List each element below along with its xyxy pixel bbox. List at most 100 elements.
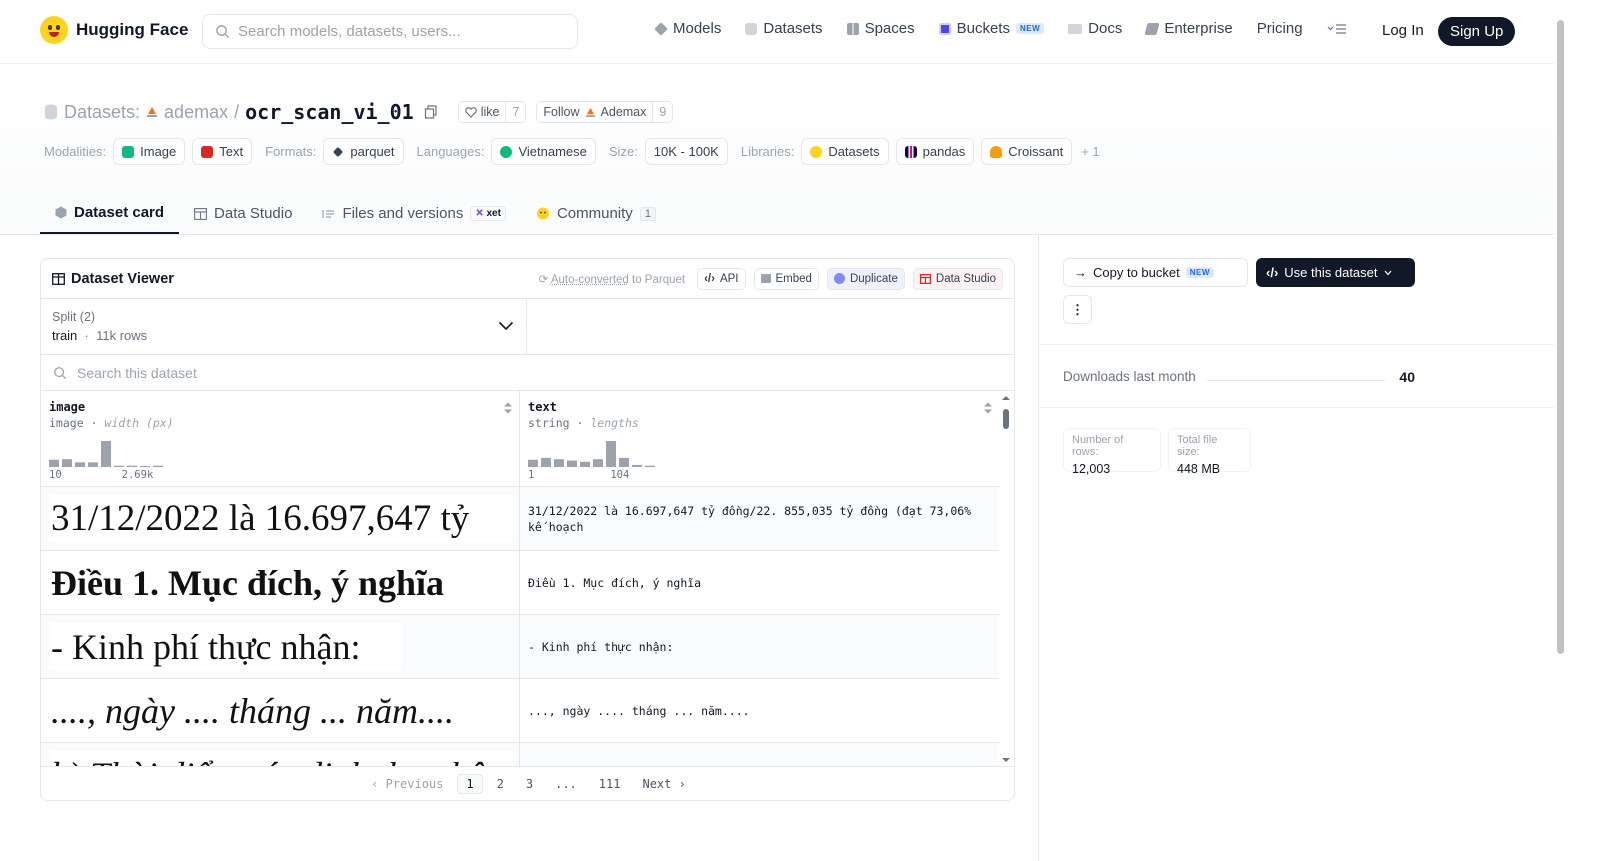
histogram-bar[interactable] [541, 457, 551, 467]
models-icon [654, 21, 668, 36]
global-search[interactable] [202, 14, 578, 49]
embed-button[interactable]: Embed [753, 267, 819, 290]
brand-home-link[interactable]: Hugging Face [40, 16, 188, 44]
tag-library-croissant[interactable]: Croissant [981, 138, 1073, 165]
histogram-bar[interactable] [88, 462, 98, 467]
tag-modality-image[interactable]: Image [113, 138, 186, 165]
signup-button[interactable]: Sign Up [1438, 17, 1516, 46]
histogram-bar[interactable] [632, 464, 642, 467]
text-cell[interactable]: Điều 1. Mục đích, ý nghĩa [520, 551, 999, 614]
table-row[interactable]: ...., ngày .... tháng ... năm.... ..., n… [41, 679, 999, 743]
histogram-bar[interactable] [645, 465, 655, 467]
page-scrollbar[interactable] [1554, 0, 1568, 861]
histogram-bar[interactable] [75, 462, 85, 467]
nav-buckets[interactable]: Buckets NEW [938, 20, 1045, 37]
text-cell[interactable]: 31/12/2022 là 16.697,647 tỷ đồng/22. 855… [520, 487, 999, 550]
auto-converted-note[interactable]: ⟳ Auto-converted to Parquet [539, 272, 685, 286]
image-cell[interactable]: 31/12/2022 là 16.697,647 tỷ [41, 487, 520, 550]
table-row[interactable]: Điều 1. Mục đích, ý nghĩa Điều 1. Mục đí… [41, 551, 999, 615]
copy-to-bucket-button[interactable]: → Copy to bucket NEW [1063, 258, 1248, 287]
text-cell[interactable]: ..., ngày .... tháng ... năm.... [520, 679, 999, 742]
dataset-owner-link[interactable]: ademax [164, 102, 228, 123]
dataset-search[interactable] [41, 355, 1014, 391]
tag-modality-text[interactable]: Text [192, 138, 253, 165]
image-cell[interactable]: b) Thời điểm xác định thu nhập [41, 743, 520, 767]
dataset-search-input[interactable] [77, 364, 477, 381]
size-label: Size: [608, 144, 638, 159]
dataset-name[interactable]: ocr_scan_vi_01 [245, 100, 414, 124]
histogram-bar[interactable] [114, 465, 124, 467]
table-row[interactable]: 31/12/2022 là 16.697,647 tỷ 31/12/2022 l… [41, 487, 999, 551]
nav-docs[interactable]: Docs [1068, 20, 1122, 37]
nav-spaces[interactable]: Spaces [846, 20, 915, 37]
histogram-bar[interactable] [101, 441, 111, 467]
image-cell[interactable]: - Kinh phí thực nhận: [41, 615, 520, 678]
pagination-page[interactable]: 1 [457, 773, 483, 794]
more-libraries[interactable]: + 1 [1081, 144, 1099, 159]
data-studio-button[interactable]: Data Studio [912, 267, 1003, 290]
tag-library-datasets[interactable]: Datasets [801, 138, 889, 165]
text-icon [201, 145, 214, 158]
histogram-bar[interactable] [140, 466, 150, 467]
table-row[interactable]: b) Thời điểm xác định thu nhập [41, 743, 999, 767]
pagination-page[interactable]: 3 [518, 775, 541, 793]
table-scrollbar[interactable] [998, 391, 1014, 767]
column-header-image[interactable]: image image · width (px) 10 2.69k [41, 391, 520, 487]
tag-library-pandas[interactable]: pandas [895, 138, 975, 165]
tab-data-studio[interactable]: Data Studio [179, 193, 307, 234]
nav-models[interactable]: Models [654, 20, 721, 37]
sort-icon[interactable] [503, 401, 513, 415]
histogram-bar[interactable] [127, 465, 137, 467]
table-row[interactable]: - Kinh phí thực nhận: - Kinh phí thực nh… [41, 615, 999, 679]
histogram-bar[interactable] [567, 460, 577, 468]
pagination-previous[interactable]: ‹ Previous [363, 775, 451, 793]
like-button[interactable]: like 7 [457, 101, 527, 123]
image-width-histogram[interactable] [49, 437, 189, 467]
duplicate-button[interactable]: Duplicate [826, 267, 905, 290]
histogram-bar[interactable] [153, 465, 163, 467]
xet-badge: ✕ xet [470, 206, 506, 221]
languages-label: Languages: [416, 144, 485, 159]
text-cell[interactable]: - Kinh phí thực nhận: [520, 615, 999, 678]
tag-language-vietnamese[interactable]: Vietnamese [491, 138, 596, 165]
text-cell[interactable] [520, 743, 999, 767]
tag-format-parquet[interactable]: parquet [323, 138, 404, 165]
pagination-next[interactable]: Next › [634, 775, 693, 793]
refresh-icon: ⟳ [538, 273, 549, 286]
image-cell[interactable]: Điều 1. Mục đích, ý nghĩa [41, 551, 520, 614]
page-scrollbar-thumb[interactable] [1557, 20, 1564, 654]
nav-pricing[interactable]: Pricing [1257, 20, 1303, 37]
histogram-bar[interactable] [580, 461, 590, 467]
global-search-input[interactable] [238, 23, 558, 40]
tab-community[interactable]: Community 1 [521, 193, 671, 234]
more-options-button[interactable]: ⋮ [1063, 295, 1092, 324]
tab-files-and-versions[interactable]: Files and versions ✕ xet [307, 193, 521, 234]
nav-more-menu[interactable] [1327, 23, 1347, 35]
column-header-text[interactable]: text string · lengths 1 104 [520, 391, 999, 487]
split-selector[interactable]: Split (2) train · 11k rows [41, 299, 527, 354]
login-link[interactable]: Log In [1382, 22, 1424, 39]
dataset-title-row: Datasets: ademax / ocr_scan_vi_01 like 7… [44, 100, 674, 124]
copy-icon[interactable] [424, 105, 438, 119]
tab-dataset-card[interactable]: Dataset card [40, 193, 180, 234]
histogram-bar[interactable] [593, 459, 603, 467]
top-navbar: Hugging Face Models Datasets Spaces Buck… [0, 0, 1554, 64]
sort-icon[interactable] [983, 401, 993, 415]
tag-size[interactable]: 10K - 100K [644, 138, 728, 165]
histogram-bar[interactable] [49, 459, 59, 467]
histogram-bar[interactable] [554, 459, 564, 467]
histogram-bar[interactable] [528, 459, 538, 467]
image-cell[interactable]: ...., ngày .... tháng ... năm.... [41, 679, 520, 742]
histogram-bar[interactable] [606, 441, 616, 467]
follow-button[interactable]: Follow Ademax 9 [536, 101, 674, 123]
nav-datasets[interactable]: Datasets [745, 20, 823, 37]
nav-enterprise[interactable]: Enterprise [1144, 20, 1233, 37]
pagination-page[interactable]: 2 [489, 775, 512, 793]
api-button[interactable]: ‹/› API [697, 267, 746, 290]
hugging-face-logo-icon [40, 16, 68, 44]
histogram-bar[interactable] [62, 459, 72, 467]
text-length-histogram[interactable] [528, 437, 668, 467]
histogram-bar[interactable] [619, 457, 629, 467]
pagination-page[interactable]: 111 [591, 775, 629, 793]
use-this-dataset-button[interactable]: ‹/› Use this dataset [1256, 258, 1415, 287]
